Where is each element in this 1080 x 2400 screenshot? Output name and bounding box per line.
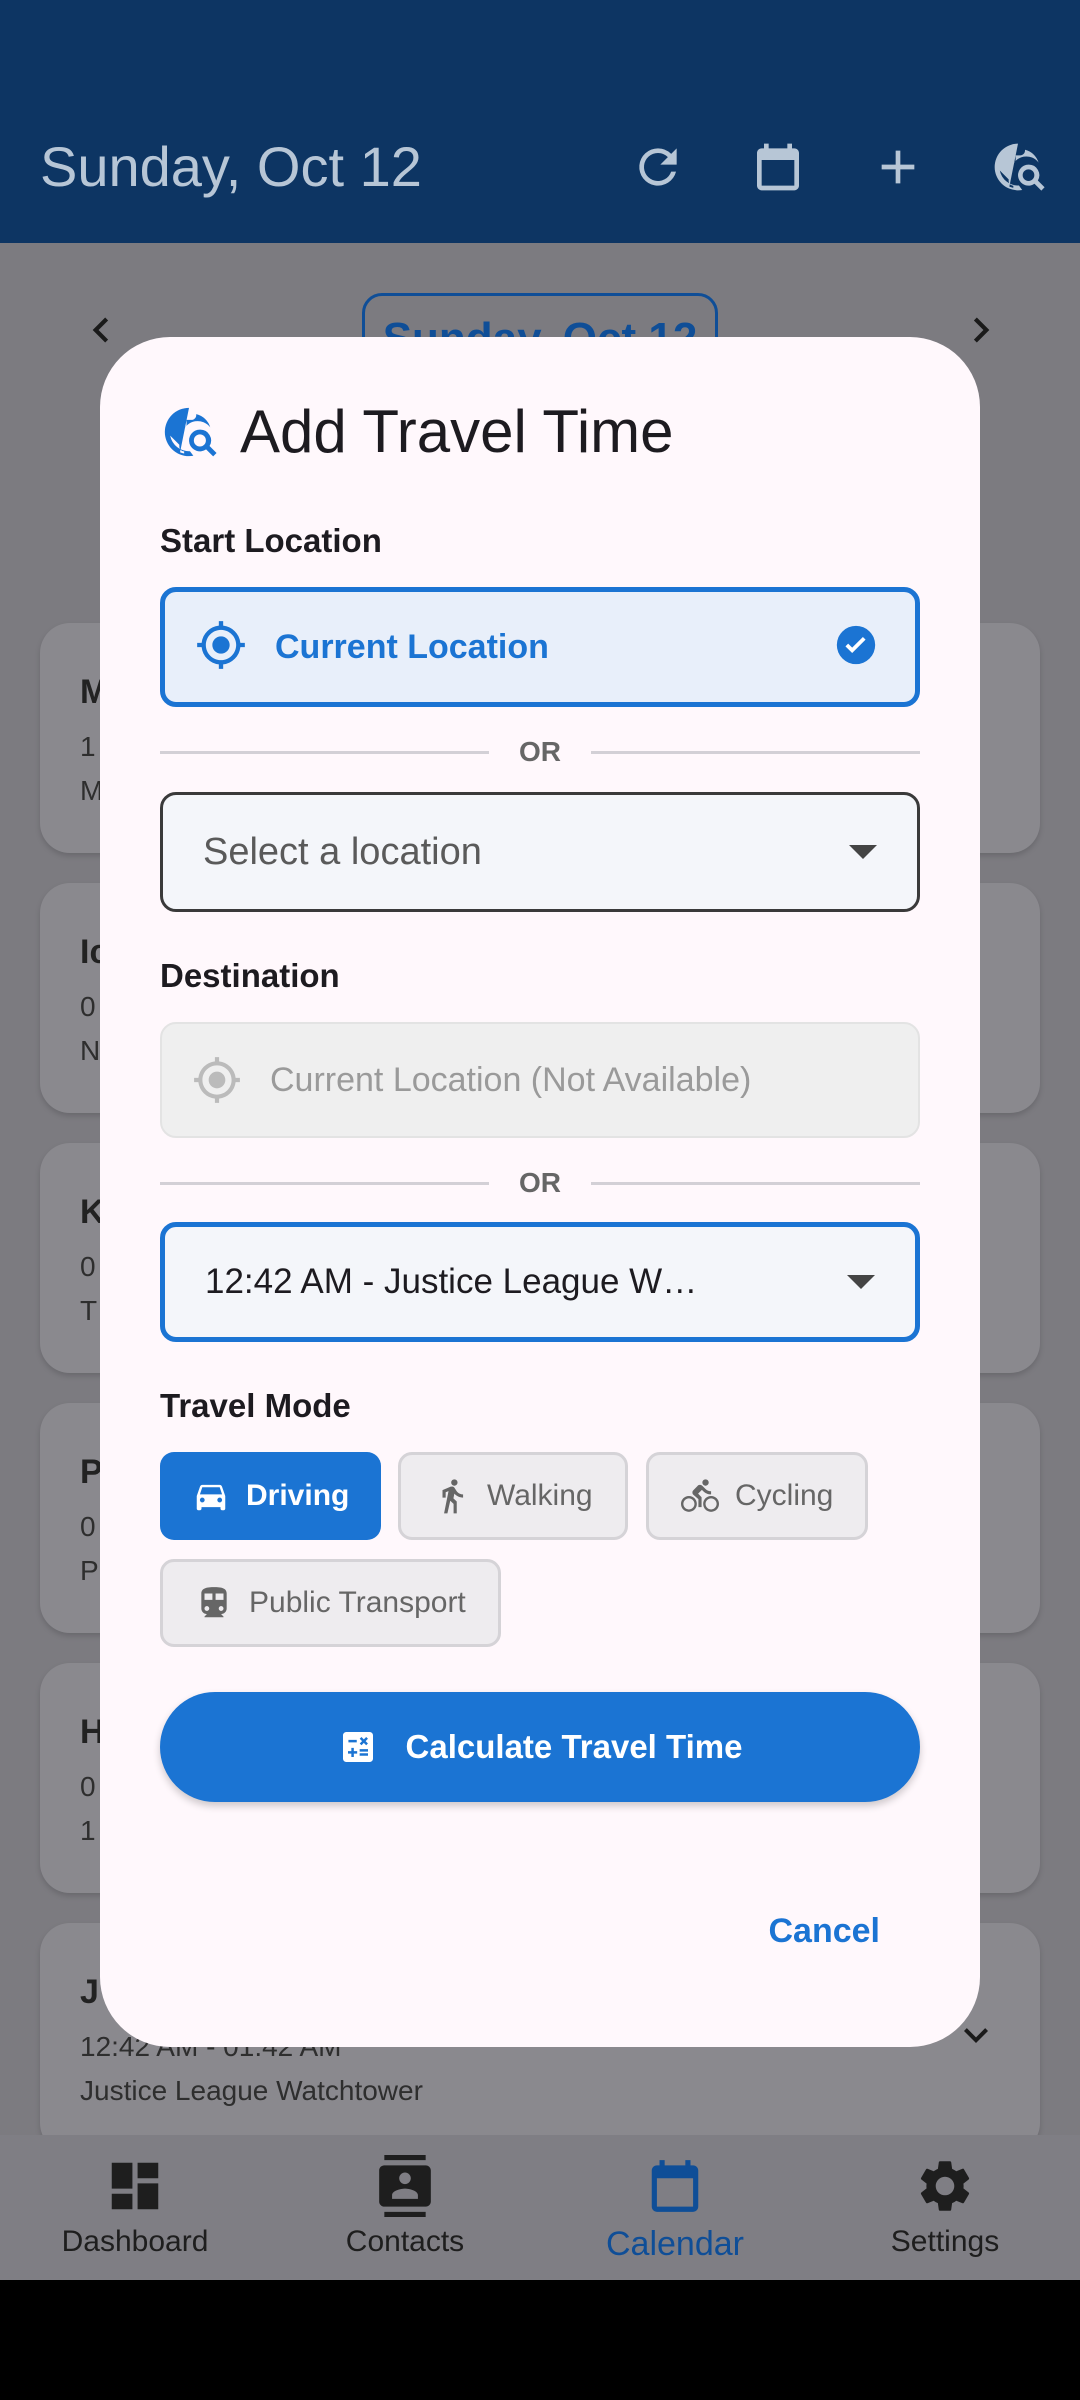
calendar-icon[interactable] [740,129,816,205]
dropdown-arrow-icon [847,1275,875,1289]
my-location-icon [195,619,247,676]
cancel-button[interactable]: Cancel [759,1902,891,1961]
mode-chip-public-transport[interactable]: Public Transport [160,1559,501,1647]
event-title: J [80,1973,99,2011]
refresh-icon[interactable] [620,129,696,205]
destination-label: Destination [160,957,340,994]
app-bar-actions [620,129,1080,205]
or-label: OR [519,736,561,767]
nav-item-contacts[interactable]: Contacts [270,2135,540,2280]
nav-label: Calendar [606,2225,744,2263]
train-icon [201,1587,227,1618]
travel-search-icon[interactable] [980,129,1056,205]
calendar-icon [651,2160,699,2212]
mode-chip-walking[interactable]: Walking [398,1452,628,1540]
prev-day-icon[interactable] [76,305,126,355]
destination-current-location-option: Current Location (Not Available) [160,1022,920,1138]
start-location-placeholder: Select a location [203,830,482,873]
app-bar-title: Sunday, Oct 12 [40,135,422,198]
or-divider: OR [160,1163,920,1203]
or-label: OR [519,1167,561,1198]
event-time: 0 [80,991,96,1022]
nav-item-dashboard[interactable]: Dashboard [0,2135,270,2280]
mode-label: Walking [487,1479,593,1512]
calculate-travel-time-button[interactable]: Calculate Travel Time [160,1692,920,1802]
my-location-icon [194,1057,240,1103]
dropdown-arrow-icon [849,845,877,859]
event-time: 1 [80,731,96,762]
travel-search-icon [164,407,217,456]
destination-current-location-label: Current Location (Not Available) [270,1060,752,1099]
event-time: 0 [80,1771,96,1802]
event-location: P [80,1555,99,1586]
start-current-location-option[interactable]: Current Location [160,587,920,707]
calculate-button-label: Calculate Travel Time [405,1728,743,1765]
or-divider: OR [160,732,920,772]
system-nav-bar [0,2280,1080,2400]
mode-chip-cycling[interactable]: Cycling [646,1452,869,1540]
start-location-label: Start Location [160,522,382,559]
event-location: Justice League Watchtower [80,2075,423,2106]
app-bar: Sunday, Oct 12 [0,90,1080,243]
calculator-icon [342,1732,373,1762]
mode-chip-driving[interactable]: Driving [160,1452,382,1540]
add-icon[interactable] [860,129,936,205]
car-icon [196,1484,226,1511]
gear-icon [920,2161,970,2211]
travel-mode-label: Travel Mode [160,1387,351,1424]
nav-item-calendar[interactable]: Calendar [540,2135,810,2280]
nav-item-settings[interactable]: Settings [810,2135,1080,2280]
mode-label: Public Transport [249,1586,466,1619]
walking-icon [442,1479,464,1514]
dialog-header: Add Travel Time [160,397,674,466]
nav-label: Contacts [345,2225,465,2258]
nav-label: Dashboard [61,2225,209,2258]
app-header: Sunday, Oct 12 [0,0,1080,243]
mode-label: Cycling [735,1479,834,1512]
event-time: 0 [80,1511,96,1542]
mode-label: Driving [246,1479,350,1512]
add-travel-time-dialog: Add Travel Time Start Location Current L… [100,337,980,2047]
start-location-select[interactable]: Select a location [160,792,920,912]
event-time: 0 [80,1251,96,1282]
start-current-location-label: Current Location [275,627,549,666]
event-location: T [80,1295,98,1326]
dialog-title: Add Travel Time [240,398,674,465]
contacts-icon [379,2155,431,2217]
cycling-icon [681,1479,719,1512]
event-location: N [80,1035,101,1066]
event-location: 1 [80,1815,96,1846]
nav-label: Settings [890,2225,1000,2258]
destination-select-value: 12:42 AM - Justice League W… [205,1262,698,1301]
dashboard-icon [111,2162,159,2210]
check-circle-icon [833,622,879,673]
next-day-icon[interactable] [956,305,1006,355]
bottom-navigation: Dashboard Contacts Calendar Settings [0,2135,1080,2280]
destination-select[interactable]: 12:42 AM - Justice League W… [160,1222,920,1342]
